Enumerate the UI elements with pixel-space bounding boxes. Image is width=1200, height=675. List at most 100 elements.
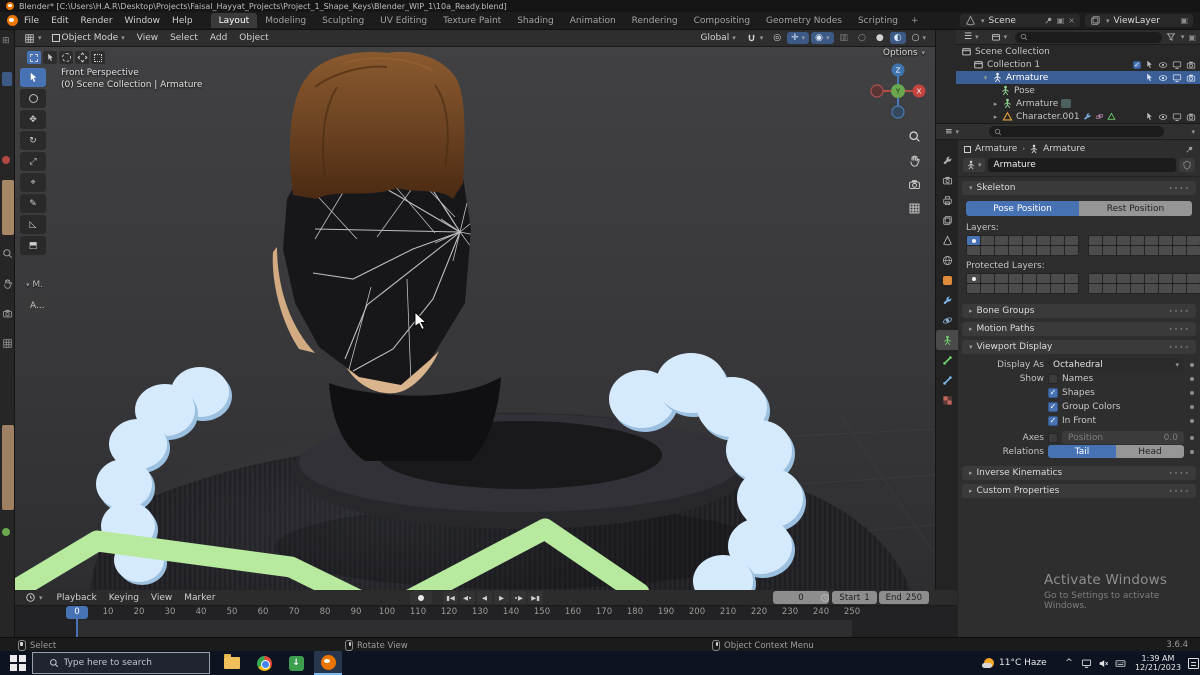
workspace-tab[interactable]: Animation: [562, 13, 624, 28]
armature-layer-cell[interactable]: [1089, 284, 1102, 293]
shading-rendered-button[interactable]: ○ ▾: [908, 32, 930, 44]
menubar-item[interactable]: Window: [119, 14, 167, 28]
armature-layer-cell[interactable]: [1145, 246, 1158, 255]
tab-object-data[interactable]: [936, 330, 958, 350]
properties-search[interactable]: [989, 126, 1165, 137]
timeline-tick[interactable]: 250: [844, 607, 860, 617]
add-workspace-button[interactable]: +: [906, 16, 924, 26]
armature-layer-cell[interactable]: [1009, 246, 1022, 255]
snap-magnet-button[interactable]: ▾: [742, 32, 768, 45]
axes-checkbox[interactable]: [1048, 432, 1058, 443]
timeline-tick[interactable]: 180: [627, 607, 643, 617]
timeline-menu-item[interactable]: Keying: [103, 591, 145, 605]
armature-layer-cell[interactable]: [1051, 274, 1064, 283]
hide-eye-icon[interactable]: [1158, 112, 1168, 122]
tray-volume-icon[interactable]: [1096, 651, 1111, 675]
armature-layer-cell[interactable]: [1089, 236, 1102, 245]
armature-layer-cell[interactable]: [1159, 236, 1172, 245]
tool-add-cube[interactable]: ⬒: [20, 236, 46, 255]
pan-hand-icon[interactable]: [908, 154, 921, 167]
panel-custom-properties[interactable]: ▸ Custom Properties ∙∙∙∙: [962, 484, 1196, 498]
annotation-badge[interactable]: A...: [25, 300, 50, 312]
armature-layer-cell[interactable]: [1009, 236, 1022, 245]
tab-bone-constraints[interactable]: [936, 370, 958, 390]
workspace-tab[interactable]: Geometry Nodes: [758, 13, 850, 28]
menubar-item[interactable]: Help: [166, 14, 199, 28]
workspace-tab[interactable]: Rendering: [624, 13, 686, 28]
tool-scale[interactable]: ⤢: [20, 152, 46, 171]
exclude-checkbox[interactable]: ✓: [1133, 60, 1141, 69]
armature-layer-cell[interactable]: [981, 236, 994, 245]
tab-constraints[interactable]: [936, 290, 958, 310]
armature-layer-cell[interactable]: [995, 246, 1008, 255]
shading-solid-button[interactable]: ●: [872, 32, 888, 44]
disable-viewport-icon[interactable]: [1172, 112, 1182, 122]
new-collection-icon[interactable]: ▣: [1188, 33, 1196, 42]
armature-layer-cell[interactable]: [1037, 284, 1050, 293]
layer-grid[interactable]: [1088, 235, 1200, 256]
scene-selector[interactable]: ▾ Scene ▣ ×: [960, 14, 1080, 27]
viewport-menu-item[interactable]: Select: [164, 31, 204, 45]
tray-network-icon[interactable]: [1079, 651, 1094, 675]
armature-layer-cell[interactable]: [1187, 284, 1200, 293]
select-paint-mode-button[interactable]: [91, 51, 105, 64]
timeline-tick[interactable]: 120: [441, 607, 457, 617]
shapes-checkbox[interactable]: ✓: [1048, 387, 1058, 398]
armature-layer-cell[interactable]: [1173, 284, 1186, 293]
filter-funnel-icon[interactable]: [1166, 32, 1176, 42]
panel-motion-paths[interactable]: ▸ Motion Paths ∙∙∙∙: [962, 322, 1196, 336]
jump-to-end-button[interactable]: ▶▮: [528, 591, 543, 604]
taskbar-file-explorer[interactable]: [218, 651, 246, 675]
timeline-tick[interactable]: 130: [472, 607, 488, 617]
timeline-menu-item[interactable]: Marker: [178, 591, 221, 605]
timeline-tick[interactable]: 230: [782, 607, 798, 617]
tab-bone[interactable]: [936, 350, 958, 370]
prev-keyframe-button[interactable]: ◀∙: [460, 591, 475, 604]
new-viewlayer-icon[interactable]: ▣: [1180, 16, 1188, 25]
tray-keyboard-icon[interactable]: [1113, 651, 1128, 675]
armature-layer-cell[interactable]: [1173, 236, 1186, 245]
menubar-item[interactable]: File: [18, 14, 45, 28]
armature-layer-cell[interactable]: [1131, 246, 1144, 255]
armature-layer-cell[interactable]: [1173, 274, 1186, 283]
armature-layer-cell[interactable]: [1131, 274, 1144, 283]
zoom-icon[interactable]: [908, 130, 921, 143]
armature-layer-cell[interactable]: [1117, 236, 1130, 245]
stopwatch-icon[interactable]: [820, 593, 830, 603]
shading-material-button[interactable]: ◐: [889, 32, 906, 44]
armature-layer-cell[interactable]: [1145, 284, 1158, 293]
frame-start-field[interactable]: Start 1: [832, 591, 877, 604]
armature-layer-cell[interactable]: [1103, 236, 1116, 245]
armature-layer-cell[interactable]: [1145, 236, 1158, 245]
select-box-mode-button[interactable]: [27, 51, 41, 64]
display-mode-button[interactable]: ▾: [987, 31, 1012, 43]
animate-dot-icon[interactable]: [1190, 418, 1194, 423]
timeline-tick[interactable]: 50: [227, 607, 238, 617]
timeline-tick[interactable]: 160: [565, 607, 581, 617]
timeline-tick[interactable]: 60: [258, 607, 269, 617]
armature-layer-cell[interactable]: [1023, 236, 1036, 245]
taskbar-blender-active[interactable]: [314, 651, 342, 675]
editor-type-button[interactable]: ≡ ▾: [941, 126, 963, 138]
frame-end-field[interactable]: End 250: [878, 591, 929, 604]
editor-type-button[interactable]: ▾: [21, 591, 47, 604]
armature-layer-cell[interactable]: [1089, 246, 1102, 255]
tab-texture[interactable]: [936, 390, 958, 410]
animate-dot-icon[interactable]: [1190, 435, 1194, 440]
transform-orientation-button[interactable]: Global ▾: [696, 32, 739, 44]
outliner-row-armature[interactable]: ▾ Armature: [956, 71, 1200, 84]
armature-layer-cell[interactable]: [995, 236, 1008, 245]
tool-move[interactable]: ✥: [20, 110, 46, 129]
id-type-icon[interactable]: ▾: [963, 158, 985, 172]
show-overlays-toggle[interactable]: ◉ ▾: [811, 32, 834, 44]
timeline-tick[interactable]: 20: [134, 607, 145, 617]
taskbar-chrome[interactable]: [250, 651, 278, 675]
armature-layer-cell[interactable]: [1065, 284, 1078, 293]
tab-render[interactable]: [936, 170, 958, 190]
armature-layer-cell[interactable]: [1131, 284, 1144, 293]
timeline-tick[interactable]: 90: [351, 607, 362, 617]
in-front-checkbox[interactable]: ✓: [1048, 415, 1058, 426]
toolbar-collapsed-label[interactable]: ▾ M.: [25, 280, 43, 290]
timeline-tick[interactable]: 100: [379, 607, 395, 617]
armature-layer-cell[interactable]: [1051, 246, 1064, 255]
